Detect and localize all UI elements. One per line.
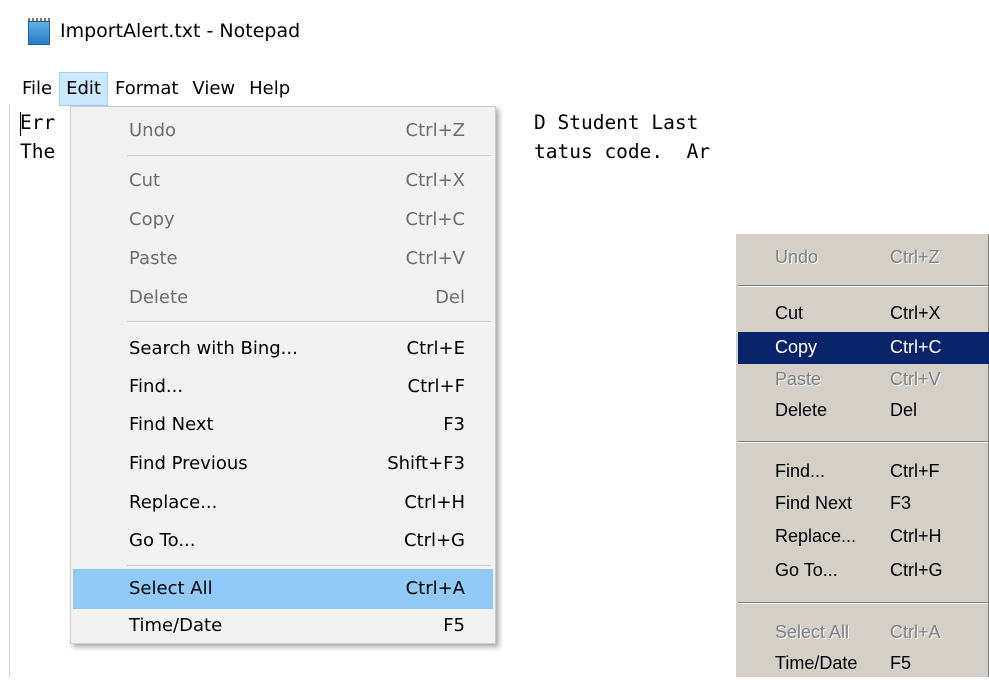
window-left-border [9, 104, 10, 677]
menu-shortcut: Ctrl+Z [405, 120, 465, 141]
menu-label: Paste [775, 369, 822, 389]
menu-label: Cut [129, 170, 161, 191]
menu-label: Time/Date [775, 653, 858, 673]
title-bar[interactable]: ImportAlert.txt - Notepad [0, 0, 740, 62]
menu-label: Time/Date [129, 615, 223, 636]
menu-shortcut: Ctrl+C [890, 337, 942, 357]
editor-line-1-end: D Student Last [534, 111, 699, 134]
menu-label: Select All [775, 622, 850, 642]
menu-view[interactable]: View [185, 72, 242, 106]
edit-menu-find[interactable]: Find... Ctrl+F [73, 367, 493, 407]
window-title: ImportAlert.txt - Notepad [60, 20, 301, 42]
edit-menu-paste[interactable]: Paste Ctrl+V [73, 239, 493, 279]
menu-shortcut: Ctrl+E [406, 338, 465, 359]
edit-menu-find-previous[interactable]: Find Previous Shift+F3 [73, 444, 493, 484]
classic-menu-paste[interactable]: Paste Ctrl+V [738, 364, 989, 396]
menu-format[interactable]: Format [108, 72, 185, 106]
classic-menu-cut[interactable]: Cut Ctrl+X [738, 298, 989, 330]
menu-label: Copy [129, 209, 175, 230]
editor-line-1-start: Err [20, 111, 56, 134]
menu-label: Delete [775, 400, 828, 420]
menu-separator [127, 565, 491, 566]
classic-menu-select-all[interactable]: Select All Ctrl+A [738, 617, 989, 649]
menu-shortcut: Ctrl+H [890, 526, 942, 546]
edit-menu-undo[interactable]: Undo Ctrl+Z [73, 111, 493, 151]
menu-label: Cut [775, 303, 804, 323]
menu-label: Delete [129, 287, 189, 308]
menu-label: Find... [775, 461, 826, 481]
edit-menu-time-date[interactable]: Time/Date F5 [73, 606, 493, 646]
menu-label: Search with Bing... [129, 338, 298, 359]
menu-label: Copy [775, 337, 818, 357]
edit-menu-go-to[interactable]: Go To... Ctrl+G [73, 521, 493, 561]
menu-file[interactable]: File [0, 72, 59, 106]
menu-shortcut: Ctrl+X [405, 170, 465, 191]
editor-line-2-end: tatus code. Ar [534, 140, 711, 163]
menu-shortcut: Ctrl+V [890, 369, 941, 389]
menu-edit[interactable]: Edit [59, 72, 108, 106]
menu-label: Find... [129, 376, 184, 397]
menu-shortcut: Del [435, 287, 465, 308]
notepad-window: ImportAlert.txt - Notepad File Edit Form… [0, 0, 740, 677]
menu-label: Find Previous [129, 453, 248, 474]
menu-shortcut: F5 [443, 615, 465, 636]
edit-menu-cut[interactable]: Cut Ctrl+X [73, 161, 493, 201]
menu-shortcut: Ctrl+A [890, 622, 941, 642]
menu-shortcut: Ctrl+G [403, 530, 465, 551]
menu-label: Paste [129, 248, 178, 269]
menu-shortcut: Ctrl+G [890, 560, 943, 580]
menu-shortcut: Ctrl+H [404, 492, 465, 513]
edit-menu-copy[interactable]: Copy Ctrl+C [73, 200, 493, 240]
menu-shortcut: Ctrl+X [890, 303, 941, 323]
edit-menu-delete[interactable]: Delete Del [73, 278, 493, 318]
menu-shortcut: F5 [890, 653, 912, 673]
menu-shortcut: Ctrl+Z [890, 247, 940, 267]
classic-edit-menu: Undo Ctrl+Z Cut Ctrl+X Copy Ctrl+C Paste… [735, 233, 989, 677]
menu-label: Go To... [129, 530, 196, 551]
menu-shortcut: Shift+F3 [387, 453, 465, 474]
edit-menu-find-next[interactable]: Find Next F3 [73, 405, 493, 445]
menu-label: Find Next [775, 493, 853, 513]
menu-separator [738, 285, 988, 287]
classic-menu-time-date[interactable]: Time/Date F5 [738, 648, 989, 680]
menu-shortcut: Del [890, 400, 918, 420]
classic-menu-undo[interactable]: Undo Ctrl+Z [738, 242, 989, 274]
edit-menu-dropdown: Undo Ctrl+Z Cut Ctrl+X Copy Ctrl+C Paste… [70, 106, 496, 644]
menu-label: Replace... [129, 492, 218, 513]
classic-menu-delete[interactable]: Delete Del [738, 395, 989, 427]
edit-menu-search-with-bing[interactable]: Search with Bing... Ctrl+E [73, 329, 493, 369]
menu-label: Go To... [775, 560, 838, 580]
menu-label: Undo [775, 247, 819, 267]
menu-shortcut: F3 [890, 493, 912, 513]
edit-menu-replace[interactable]: Replace... Ctrl+H [73, 483, 493, 523]
menu-label: Replace... [775, 526, 857, 546]
classic-menu-copy[interactable]: Copy Ctrl+C [738, 332, 989, 364]
classic-menu-find-next[interactable]: Find Next F3 [738, 488, 989, 520]
menu-label: Undo [129, 120, 177, 141]
menu-help[interactable]: Help [242, 72, 297, 106]
menu-separator [738, 602, 988, 604]
menu-shortcut: Ctrl+C [405, 209, 465, 230]
notepad-icon [26, 18, 50, 45]
menu-separator [127, 321, 491, 322]
menu-shortcut: Ctrl+F [890, 461, 940, 481]
menu-shortcut: F3 [443, 414, 465, 435]
menu-shortcut: Ctrl+F [407, 376, 465, 397]
classic-menu-go-to[interactable]: Go To... Ctrl+G [738, 555, 989, 587]
menu-separator [127, 155, 491, 156]
text-caret [20, 112, 21, 136]
edit-menu-select-all[interactable]: Select All Ctrl+A [73, 569, 493, 609]
editor-line-2-start: The [20, 140, 56, 163]
menu-separator [738, 441, 988, 443]
menu-bar: File Edit Format View Help [0, 72, 297, 106]
menu-shortcut: Ctrl+V [405, 248, 465, 269]
menu-label: Select All [129, 578, 213, 599]
menu-shortcut: Ctrl+A [405, 578, 465, 599]
classic-menu-replace[interactable]: Replace... Ctrl+H [738, 521, 989, 553]
classic-menu-find[interactable]: Find... Ctrl+F [738, 456, 989, 488]
menu-label: Find Next [129, 414, 214, 435]
